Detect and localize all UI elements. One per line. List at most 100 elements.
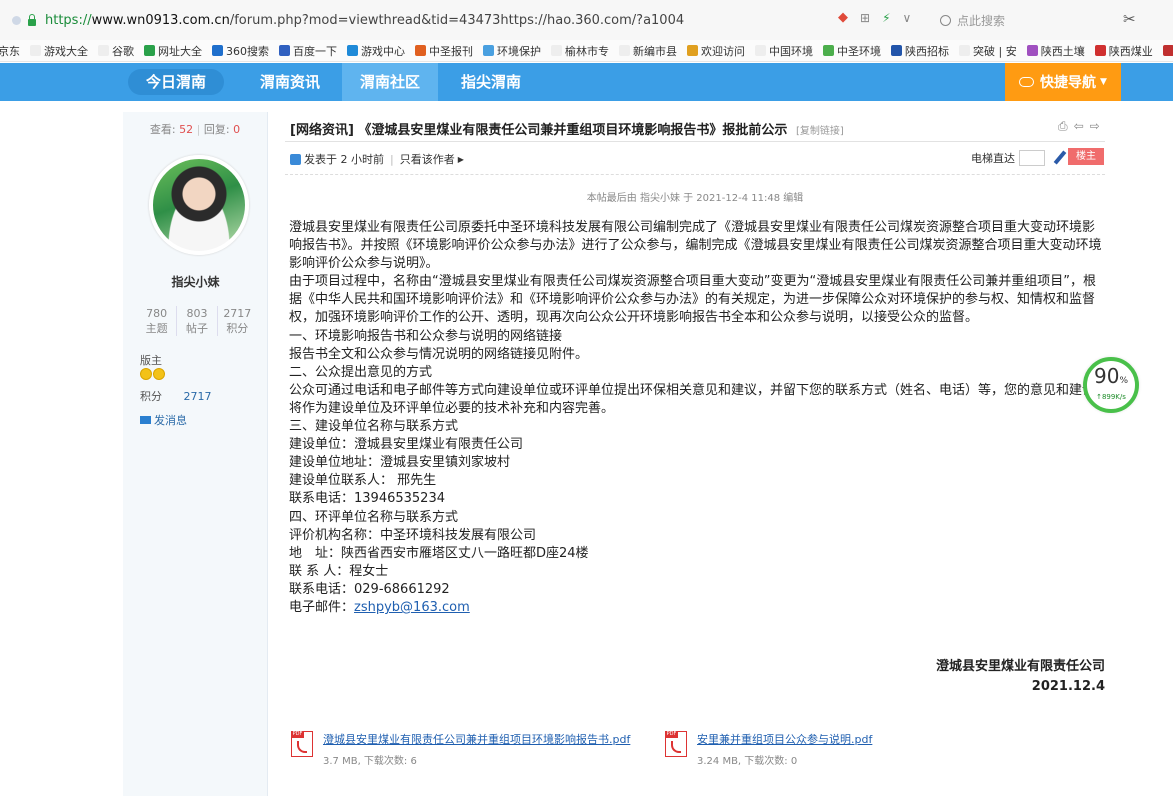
bookmark-label: 360搜索	[226, 44, 269, 58]
content-line: 报告书全文和公众参与情况说明的网络链接见附件。	[289, 346, 589, 362]
thread-title-text: 《澄城县安里煤业有限责任公司兼并重组项目环境影响报告书》报批前公示	[358, 123, 788, 138]
only-author-link[interactable]: 只看该作者	[400, 151, 455, 167]
bookmark-item[interactable]: 中国环境	[755, 43, 813, 59]
bookmark-label: 榆林市专	[565, 44, 609, 58]
email-link[interactable]: zshpyb@163.com	[354, 600, 470, 615]
quick-nav-button[interactable]: 快捷导航 ▼	[1005, 63, 1121, 101]
bookmark-item[interactable]: 中圣报刊	[415, 43, 473, 59]
bookmark-item[interactable]: 榆林市专	[551, 43, 609, 59]
nav-item-community[interactable]: 渭南社区	[342, 63, 438, 101]
attachment-name[interactable]: 澄城县安里煤业有限责任公司兼并重组项目环境影响报告书.pdf	[323, 731, 630, 747]
attachment-meta: 3.7 MB, 下载次数: 6	[323, 756, 417, 767]
online-icon	[290, 153, 301, 165]
count-points[interactable]: 2717 积分	[218, 306, 257, 336]
search-input[interactable]: 点此搜索	[940, 8, 1110, 32]
bookmark-item[interactable]: 环境保护	[483, 43, 541, 59]
bookmark-favicon-icon	[823, 45, 834, 56]
count-threads[interactable]: 780 主题	[137, 306, 178, 336]
chevron-down-icon[interactable]: ∨	[903, 11, 912, 25]
bookmark-item[interactable]: 陕西煤业	[1094, 43, 1153, 59]
bookmark-label: 新编市县	[633, 44, 677, 58]
bookmark-label: 突破 | 安	[973, 44, 1017, 58]
content-line: 建设单位地址：澄城县安里镇刘家坡村	[289, 455, 511, 471]
bookmark-favicon-icon	[212, 45, 223, 56]
bookmark-label: 中圣环境	[837, 44, 881, 58]
attachment-item[interactable]: PDF 澄城县安里煤业有限责任公司兼并重组项目环境影响报告书.pdf 3.7 M…	[291, 731, 630, 767]
bookmark-label: 中圣报刊	[429, 44, 473, 58]
lock-icon	[27, 14, 37, 26]
bookmark-favicon-icon	[279, 45, 290, 56]
bookmark-item[interactable]: 游戏中心	[347, 43, 405, 59]
print-icon[interactable]: ⎙	[1058, 119, 1068, 134]
edit-note: 本帖最后由 指尖小妹 于 2021-12-4 11:48 编辑	[586, 193, 804, 204]
bookmark-favicon-icon	[619, 45, 630, 56]
lightning-icon[interactable]: ⚡	[882, 11, 890, 25]
thread-category[interactable]: [网络资讯]	[290, 123, 354, 138]
go-floor-icon[interactable]	[1051, 150, 1067, 166]
bookmark-label: 环境保护	[497, 44, 541, 58]
prev-thread-icon[interactable]: ⇦	[1074, 119, 1084, 134]
bookmark-item[interactable]: 新编市县	[619, 43, 677, 59]
url-scheme: https://	[45, 12, 92, 28]
shield-icon[interactable]: ◆	[838, 10, 848, 25]
content-line: 评价机构名称：中圣环境科技发展有限公司	[289, 527, 537, 543]
bookmark-item[interactable]: 欢迎访问	[687, 43, 745, 59]
bookmark-label: 陕西土壤	[1040, 44, 1085, 58]
content-line: 公众可通过电话和电子邮件等方式向建设单位或环评单位提出环保相关意见和建议，并留下…	[289, 382, 1096, 416]
bookmark-favicon-icon	[30, 45, 41, 56]
bookmark-bar: 京东 游戏大全 谷歌 网址大全 360搜索 百度一下 游戏中心 中圣报刊 环境保护 榆林市专 新编市…	[0, 40, 1173, 62]
grid-icon[interactable]: ⊞	[860, 11, 870, 25]
bookmark-item[interactable]: 中圣环境	[823, 43, 881, 59]
bookmark-item[interactable]: 京东	[0, 43, 20, 59]
bookmark-item[interactable]: 游戏大全	[30, 43, 88, 59]
floor-input[interactable]	[1019, 150, 1045, 166]
scissors-icon[interactable]: ✂	[1123, 10, 1136, 28]
count-posts[interactable]: 803 帖子	[177, 306, 218, 336]
bookmark-label: 谷歌	[112, 44, 134, 58]
count-value: 803	[186, 307, 208, 320]
next-thread-icon[interactable]: ⇨	[1090, 119, 1100, 134]
nav-item-today[interactable]: 今日渭南	[128, 63, 224, 101]
bookmark-label: 中国环境	[769, 44, 813, 58]
bookmark-item[interactable]: 谷歌	[98, 43, 134, 59]
author-name[interactable]: 指尖小妹	[123, 273, 268, 290]
bookmark-item[interactable]: 百度一下	[279, 43, 337, 59]
attachment-item[interactable]: PDF 安里兼并重组项目公众参与说明.pdf 3.24 MB, 下载次数: 0	[665, 731, 872, 767]
copy-link[interactable]: [复制链接]	[796, 126, 844, 137]
bookmark-item[interactable]: 360搜索	[212, 43, 269, 59]
bookmark-favicon-icon	[755, 45, 766, 56]
send-message-link[interactable]: 发消息	[140, 412, 187, 428]
caret-down-icon: ▼	[1100, 77, 1107, 87]
sign-date: 2021.12.4	[1031, 679, 1105, 694]
smiley-icon	[153, 368, 165, 380]
bookmark-item[interactable]: 焊	[1162, 43, 1173, 59]
bookmark-favicon-icon	[415, 45, 426, 56]
bookmark-item[interactable]: 突破 | 安	[959, 43, 1017, 59]
avatar[interactable]	[149, 155, 249, 255]
bookmark-favicon-icon	[98, 45, 109, 56]
bookmark-item[interactable]: 陕西招标	[891, 43, 949, 59]
sign-company: 澄城县安里煤业有限责任公司	[935, 659, 1105, 674]
bookmark-item[interactable]: 陕西土壤	[1026, 43, 1085, 59]
speed-percent: 90%	[1093, 364, 1128, 388]
browser-controls: ◆ ⊞ ⚡ ∨	[838, 10, 911, 25]
network-speed-widget[interactable]: 90% ↑899K/s	[1083, 357, 1139, 413]
bookmark-favicon-icon	[959, 45, 970, 56]
attachment-name[interactable]: 安里兼并重组项目公众参与说明.pdf	[697, 731, 872, 747]
bookmark-label: 欢迎访问	[701, 44, 745, 58]
views-label: 查看:	[149, 123, 176, 136]
site-nav: 今日渭南 渭南资讯 渭南社区 指尖渭南 快捷导航 ▼	[0, 63, 1173, 101]
send-message-label: 发消息	[154, 414, 187, 427]
nav-item-news[interactable]: 渭南资讯	[246, 63, 334, 101]
author-rank: 版主	[140, 354, 162, 367]
post-content: 澄城县安里煤业有限责任公司原委托中圣环境科技发展有限公司编制完成了《澄城县安里煤…	[289, 219, 1107, 617]
signature: 澄城县安里煤业有限责任公司 2021.12.4	[840, 657, 1105, 697]
search-icon	[940, 14, 951, 26]
url-field[interactable]: https://www.wn0913.com.cn/forum.php?mod=…	[45, 13, 684, 28]
content-line: 建设单位：澄城县安里煤业有限责任公司	[289, 437, 524, 453]
content-line: 建设单位联系人： 邢先生	[289, 473, 437, 489]
url-host: www.wn0913.com.cn	[91, 12, 230, 28]
search-placeholder: 点此搜索	[957, 13, 1006, 28]
bookmark-item[interactable]: 网址大全	[144, 43, 202, 59]
nav-item-fingertip[interactable]: 指尖渭南	[446, 63, 536, 101]
